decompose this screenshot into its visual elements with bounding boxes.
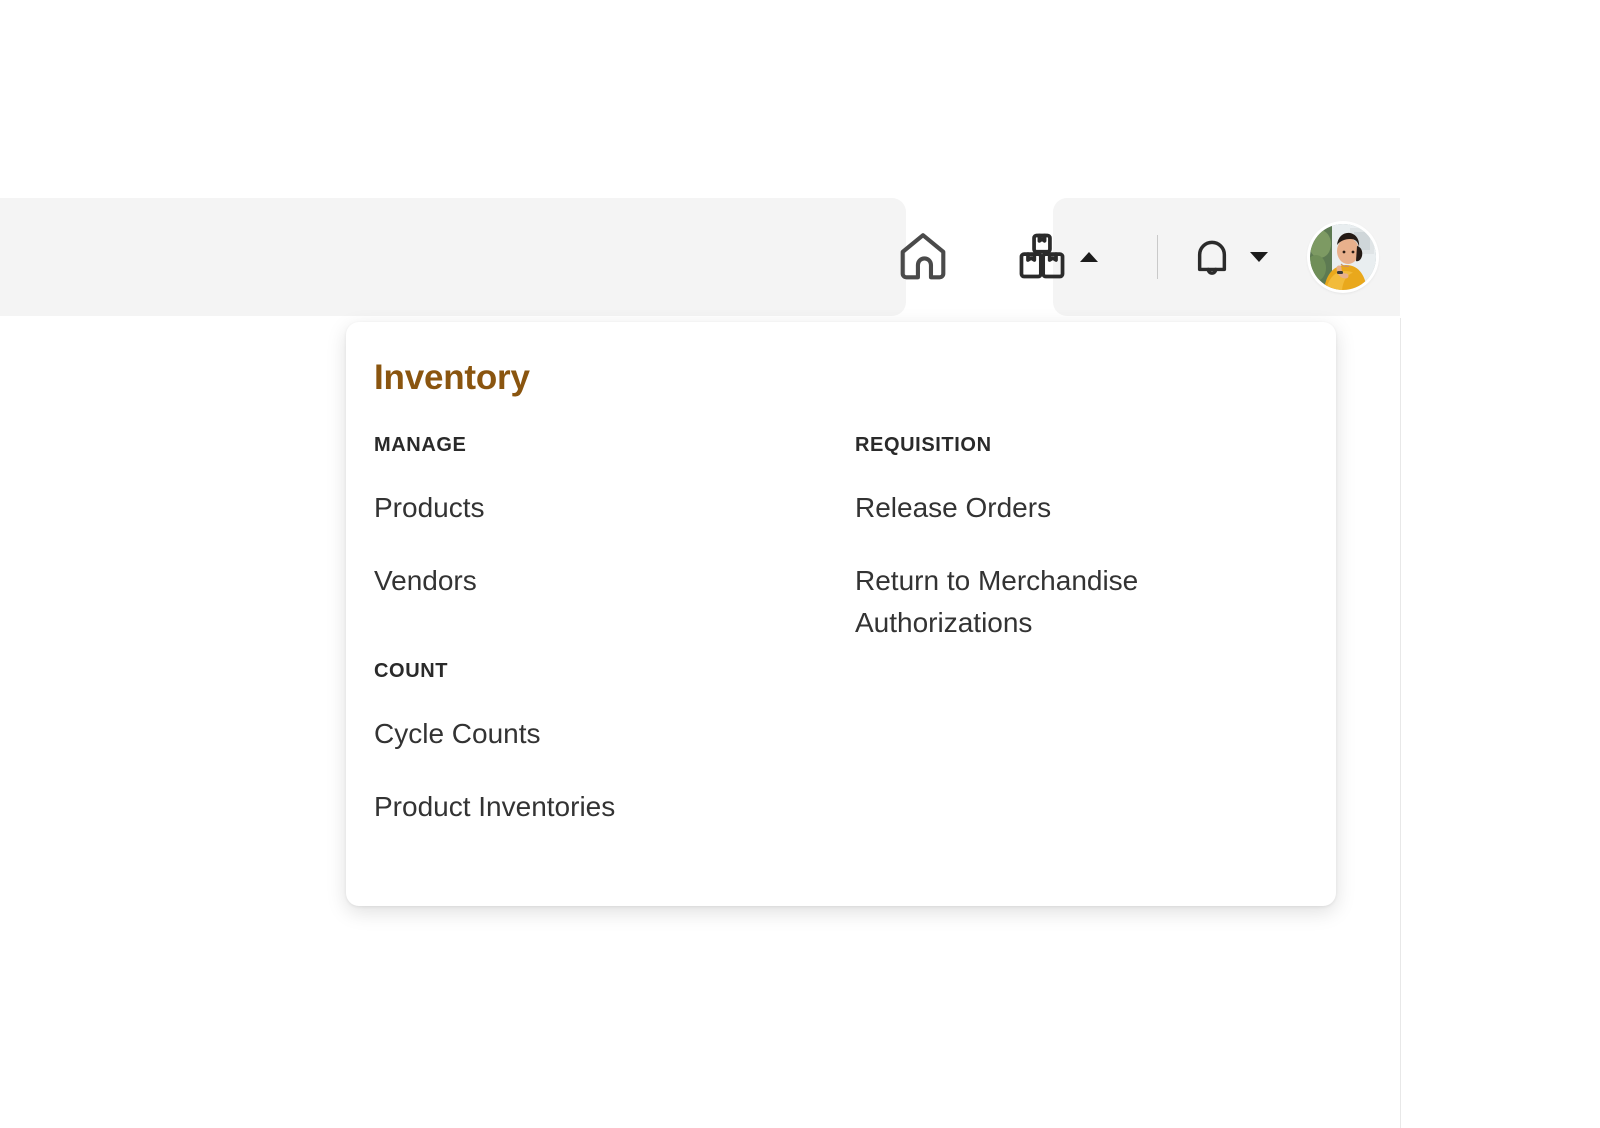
menu-item-return-to-merchandise-authorizations[interactable]: Return to Merchandise Authorizations: [855, 560, 1285, 644]
app-header-bar: [0, 198, 1400, 316]
page-vertical-divider: [1400, 318, 1401, 1128]
header-actions: [0, 198, 1400, 316]
dropdown-section-requisition: REQUISITION Release Orders Return to Mer…: [855, 434, 1336, 644]
boxes-icon: [1014, 228, 1070, 287]
dropdown-column-left: MANAGE Products Vendors COUNT Cycle Coun…: [374, 434, 855, 828]
avatar[interactable]: [1310, 224, 1376, 290]
dropdown-section-count: COUNT Cycle Counts Product Inventories: [374, 660, 855, 828]
menu-item-products[interactable]: Products: [374, 487, 804, 529]
tab-inventory[interactable]: [982, 198, 1129, 316]
menu-item-cycle-counts[interactable]: Cycle Counts: [374, 713, 804, 755]
dropdown-columns: MANAGE Products Vendors COUNT Cycle Coun…: [346, 434, 1336, 828]
home-icon: [894, 227, 952, 288]
inventory-dropdown-panel: Inventory MANAGE Products Vendors COUNT …: [346, 322, 1336, 906]
avatar-photo: [1310, 224, 1376, 290]
app-root: Inventory MANAGE Products Vendors COUNT …: [0, 0, 1600, 1128]
section-heading-manage: MANAGE: [374, 434, 467, 456]
menu-item-product-inventories[interactable]: Product Inventories: [374, 786, 804, 828]
menu-item-release-orders[interactable]: Release Orders: [855, 487, 1285, 529]
notifications-button[interactable]: [1186, 230, 1268, 285]
caret-down-icon: [1250, 252, 1268, 262]
dropdown-title: Inventory: [374, 358, 530, 397]
caret-up-icon: [1079, 252, 1098, 262]
dropdown-column-right: REQUISITION Release Orders Return to Mer…: [855, 434, 1336, 828]
header-divider: [1157, 235, 1158, 279]
section-heading-count: COUNT: [374, 660, 449, 682]
section-heading-requisition: REQUISITION: [855, 434, 992, 456]
dropdown-section-manage: MANAGE Products Vendors: [374, 434, 855, 602]
bell-icon: [1186, 230, 1238, 285]
home-button[interactable]: [886, 220, 960, 294]
menu-item-vendors[interactable]: Vendors: [374, 560, 804, 602]
